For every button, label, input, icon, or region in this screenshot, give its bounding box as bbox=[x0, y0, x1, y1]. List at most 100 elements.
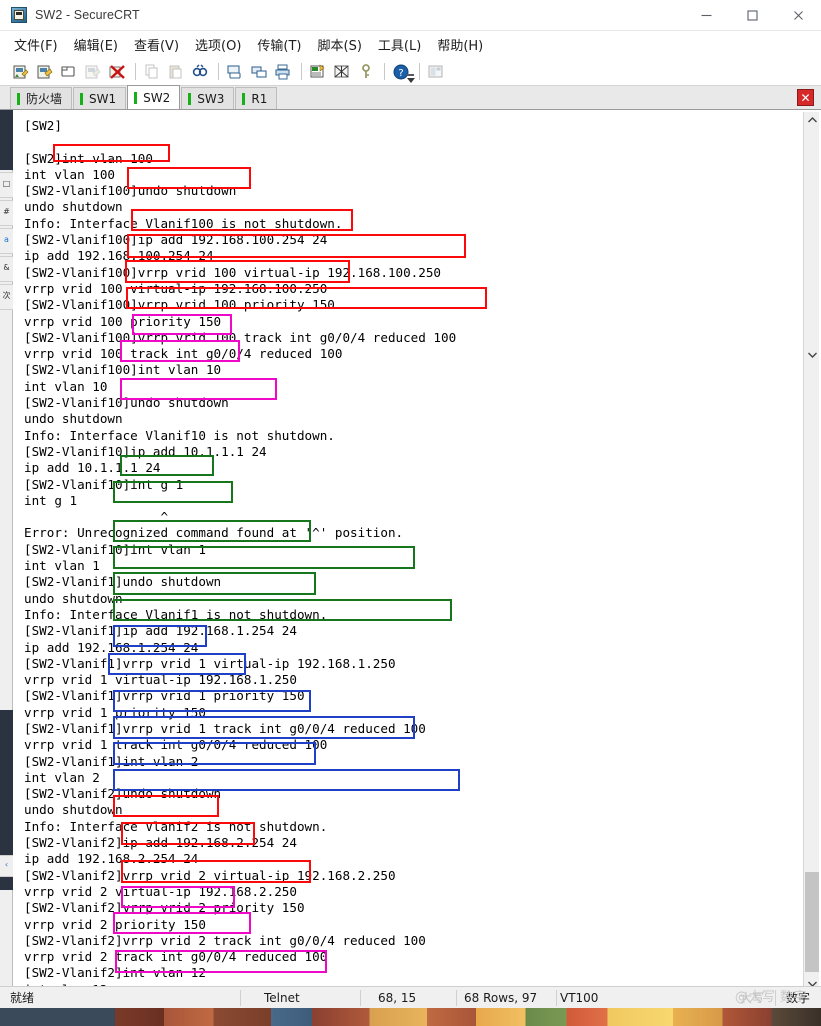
scroll-mid-arrow-icon[interactable] bbox=[804, 347, 820, 363]
terminal-line: undo shutdown bbox=[24, 199, 123, 215]
terminal-line: undo shutdown bbox=[24, 802, 123, 818]
terminal-line: [SW2-Vlanif1]ip add 192.168.1.254 24 bbox=[24, 623, 297, 639]
toolbar-separator bbox=[419, 63, 420, 80]
vertical-scrollbar[interactable] bbox=[803, 112, 819, 992]
strip-tab-amp[interactable]: & bbox=[0, 256, 13, 282]
strip-tab-chevron[interactable]: ‹ bbox=[0, 855, 13, 877]
new-session-icon[interactable] bbox=[10, 61, 32, 83]
scroll-up-arrow-icon[interactable] bbox=[804, 112, 820, 128]
terminal-line: [SW2-Vlanif100]int vlan 10 bbox=[24, 362, 222, 378]
log-session-icon[interactable] bbox=[248, 61, 270, 83]
scrollbar-thumb[interactable] bbox=[805, 872, 819, 972]
terminal-line: [SW2-Vlanif10]int g 1 bbox=[24, 476, 184, 492]
session-tab-label: SW2 bbox=[143, 90, 171, 105]
sidebar-strip[interactable]: □ # a & 次 ‹ bbox=[0, 110, 13, 994]
menu-help[interactable]: 帮助(H) bbox=[437, 35, 483, 54]
find-icon[interactable] bbox=[189, 61, 211, 83]
print-icon[interactable] bbox=[272, 61, 294, 83]
close-button[interactable] bbox=[775, 0, 821, 31]
terminal-line: Info: Interface Vlanif10 is not shutdown… bbox=[24, 427, 335, 443]
terminal-line: [SW2-Vlanif100]vrrp vrid 100 priority 15… bbox=[24, 297, 335, 313]
session-tab-R1[interactable]: R1 bbox=[235, 87, 278, 109]
menu-options[interactable]: 选项(O) bbox=[195, 35, 241, 54]
status-num-lock: 数字 bbox=[775, 987, 821, 1009]
terminal-line: [SW2-Vlanif100]ip add 192.168.100.254 24 bbox=[24, 232, 328, 248]
tab-status-dot-icon bbox=[80, 92, 84, 105]
session-tab-bar: 防火墙 SW1 SW2 SW3 R1 ✕ bbox=[0, 85, 821, 110]
session-options-icon[interactable] bbox=[307, 61, 329, 83]
close-session-icon[interactable]: ✕ bbox=[797, 89, 814, 106]
terminal-line: [SW2-Vlanif10]int vlan 1 bbox=[24, 541, 206, 557]
terminal-line: [SW2-Vlanif2]int vlan 12 bbox=[24, 965, 206, 981]
terminal-line: vrrp vrid 100 track int g0/0/4 reduced 1… bbox=[24, 346, 343, 362]
copy-icon[interactable] bbox=[141, 61, 163, 83]
terminal-line: [SW2-Vlanif1]vrrp vrid 1 virtual-ip 192.… bbox=[24, 655, 396, 671]
tab-status-dot-icon bbox=[188, 92, 192, 105]
status-ready: 就绪 bbox=[10, 991, 35, 1005]
new-tab-icon[interactable] bbox=[58, 61, 80, 83]
terminal-line: ip add 192.168.100.254 24 bbox=[24, 248, 214, 264]
strip-tab-hash[interactable]: # bbox=[0, 200, 13, 226]
menu-file[interactable]: 文件(F) bbox=[14, 35, 58, 54]
toolbar-separator bbox=[218, 63, 219, 80]
session-tab-SW2[interactable]: SW2 bbox=[127, 85, 181, 109]
key-icon[interactable] bbox=[355, 61, 377, 83]
svg-text:?: ? bbox=[398, 68, 403, 79]
window-controls bbox=[683, 0, 821, 31]
strip-tab-square[interactable]: □ bbox=[0, 172, 13, 198]
terminal-output[interactable]: [SW2] [SW2]int vlan 100 int vlan 100 [SW2-V… bbox=[14, 112, 804, 992]
terminal-line: vrrp vrid 1 priority 150 bbox=[24, 704, 206, 720]
menu-bar: 文件(F) 编辑(E) 查看(V) 选项(O) 传输(T) 脚本(S) 工具(L) 帮助(H) bbox=[0, 31, 821, 58]
status-caps-lock: 大写 bbox=[739, 991, 764, 1005]
title-bar: SW2 - SecureCRT bbox=[0, 0, 821, 31]
terminal-line: ip add 192.168.2.254 24 bbox=[24, 851, 199, 867]
menu-transfer[interactable]: 传输(T) bbox=[257, 35, 301, 54]
tab-status-dot-icon bbox=[17, 92, 20, 105]
window-title: SW2 - SecureCRT bbox=[35, 8, 140, 22]
terminal-line: int vlan 10 bbox=[24, 378, 108, 394]
terminal-line: [SW2-Vlanif2]undo shutdown bbox=[24, 786, 222, 802]
terminal-line: [SW2]int vlan 100 bbox=[24, 150, 153, 166]
menu-tools[interactable]: 工具(L) bbox=[378, 35, 421, 54]
strip-tab-sessions[interactable]: 次 bbox=[0, 284, 13, 310]
strip-tab-a[interactable]: a bbox=[0, 228, 13, 254]
terminal-line: int vlan 1 bbox=[24, 558, 100, 574]
keymap-editor-icon[interactable] bbox=[331, 61, 353, 83]
menu-script[interactable]: 脚本(S) bbox=[318, 35, 362, 54]
disconnect-icon[interactable] bbox=[106, 61, 128, 83]
terminal-line: ip add 192.168.1.254 24 bbox=[24, 639, 199, 655]
terminal-line: vrrp vrid 1 track int g0/0/4 reduced 100 bbox=[24, 737, 328, 753]
terminal-line: int vlan 2 bbox=[24, 769, 100, 785]
terminal-line: int vlan 100 bbox=[24, 166, 115, 182]
terminal-line: [SW2-Vlanif2]vrrp vrid 2 priority 150 bbox=[24, 900, 305, 916]
status-cursor-position: 68, 15 bbox=[360, 987, 456, 1009]
session-tab-SW3[interactable]: SW3 bbox=[181, 87, 235, 109]
terminal-line: [SW2-Vlanif2]vrrp vrid 2 track int g0/0/… bbox=[24, 932, 426, 948]
status-rows-cols: 68 Rows, 97 bbox=[456, 987, 556, 1009]
session-manager-icon[interactable] bbox=[425, 61, 447, 83]
toolbar-overflow-button[interactable] bbox=[405, 60, 416, 84]
terminal-line: Info: Interface Vlanif2 is not shutdown. bbox=[24, 818, 328, 834]
minimize-button[interactable] bbox=[683, 0, 729, 31]
terminal-line: [SW2-Vlanif1]vrrp vrid 1 track int g0/0/… bbox=[24, 720, 426, 736]
terminal-line: Info: Interface Vlanif100 is not shutdow… bbox=[24, 215, 343, 231]
menu-view[interactable]: 查看(V) bbox=[134, 35, 179, 54]
terminal-line: ip add 10.1.1.1 24 bbox=[24, 460, 161, 476]
session-tab-SW1[interactable]: SW1 bbox=[73, 87, 127, 109]
tab-status-dot-icon bbox=[134, 91, 138, 104]
paste-icon[interactable] bbox=[165, 61, 187, 83]
session-tab-label: SW1 bbox=[89, 91, 117, 106]
terminal-line: vrrp vrid 100 virtual-ip 192.168.100.250 bbox=[24, 280, 328, 296]
menu-edit[interactable]: 编辑(E) bbox=[74, 35, 118, 54]
maximize-button[interactable] bbox=[729, 0, 775, 31]
securecrt-icon bbox=[11, 7, 27, 23]
clone-session-icon[interactable] bbox=[34, 61, 56, 83]
terminal-line: Error: Unrecognized command found at '^'… bbox=[24, 525, 404, 541]
connect-sftp-icon[interactable] bbox=[82, 61, 104, 83]
print-screen-icon[interactable] bbox=[224, 61, 246, 83]
session-tab-防火墙[interactable]: 防火墙 bbox=[10, 87, 73, 109]
toolbar-separator bbox=[301, 63, 302, 80]
terminal-line: Info: Interface Vlanif1 is not shutdown. bbox=[24, 606, 328, 622]
terminal-line: [SW2-Vlanif100]vrrp vrid 100 virtual-ip … bbox=[24, 264, 442, 280]
